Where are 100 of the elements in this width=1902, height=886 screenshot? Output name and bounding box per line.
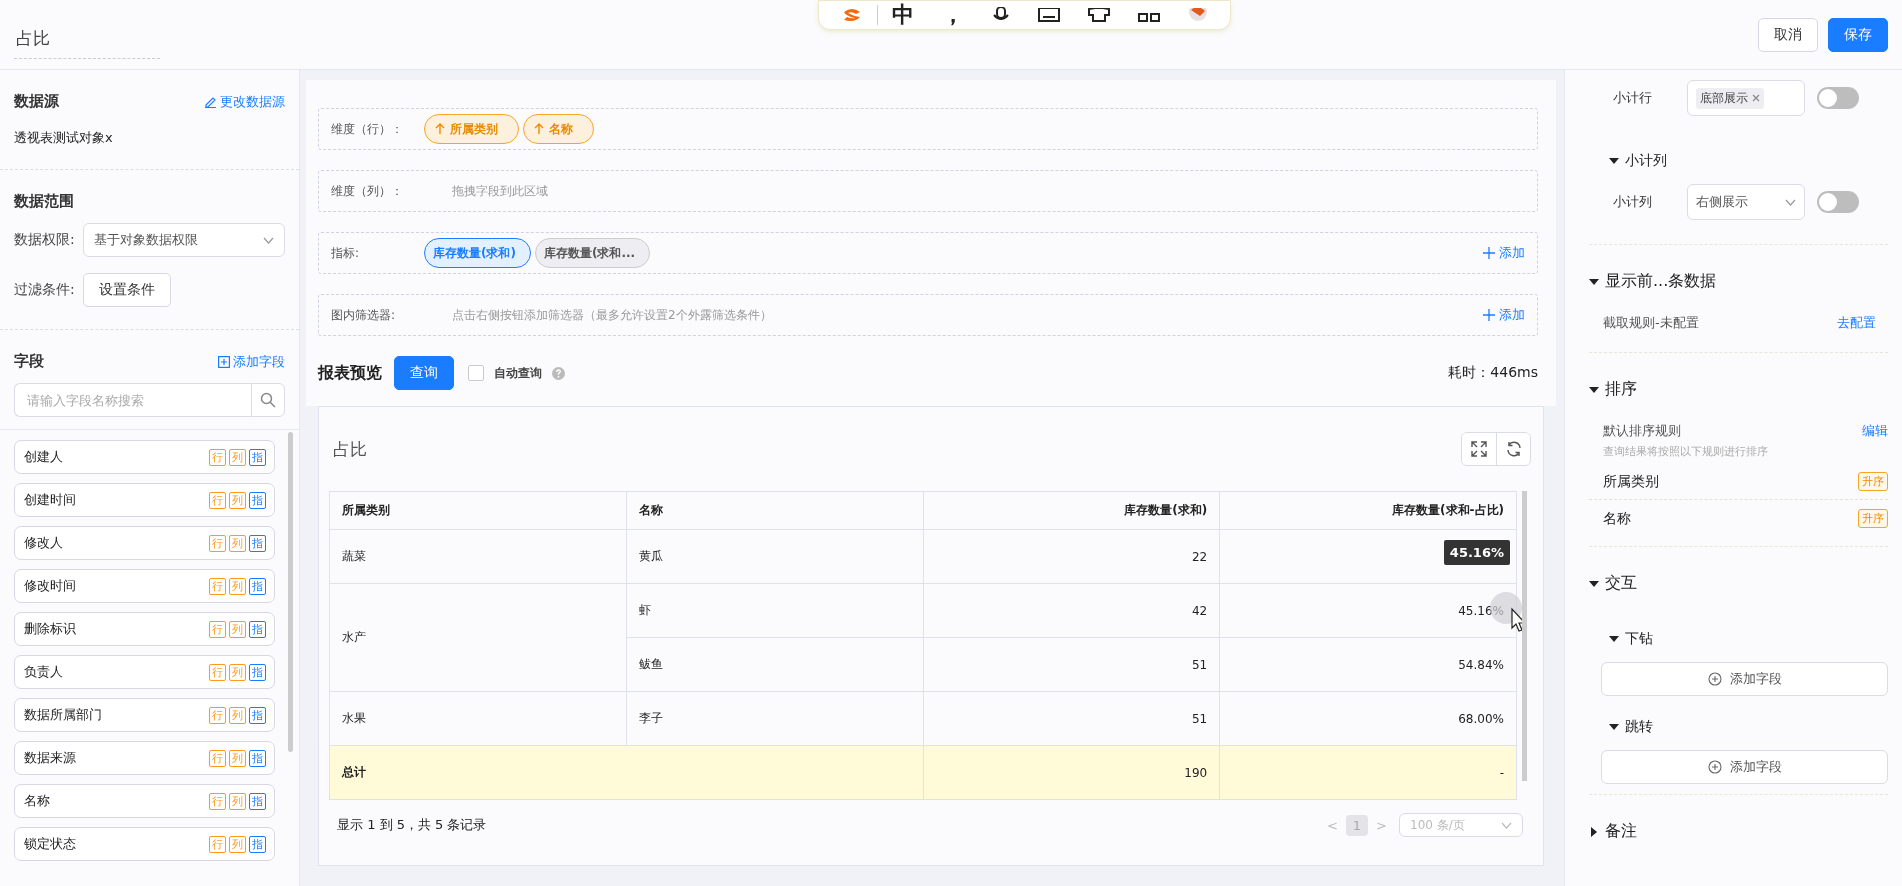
metric-chip[interactable]: 库存数量(求和): [424, 238, 531, 268]
add-field-button[interactable]: 添加字段: [1601, 662, 1888, 696]
table-cell: 68.00%: [1219, 691, 1517, 746]
field-tag[interactable]: 行: [209, 534, 226, 552]
section-title[interactable]: 备注: [1605, 821, 1637, 842]
save-button[interactable]: 保存: [1828, 17, 1888, 52]
section-title: 数据范围: [14, 192, 74, 211]
configure-link[interactable]: 去配置: [1837, 314, 1876, 332]
query-button[interactable]: 查询: [394, 356, 454, 390]
field-tag[interactable]: 行: [209, 491, 226, 509]
field-tag[interactable]: 行: [209, 620, 226, 638]
section-title[interactable]: 下钻: [1625, 630, 1653, 648]
field-item[interactable]: 修改人 行 列 指: [14, 526, 275, 560]
dimension-chip[interactable]: 名称: [523, 114, 594, 144]
plus-icon: [1483, 309, 1495, 321]
field-tag[interactable]: 指: [249, 491, 266, 509]
auto-query-checkbox[interactable]: [468, 365, 484, 381]
field-tag[interactable]: 列: [229, 706, 246, 724]
field-item[interactable]: 名称 行 列 指: [14, 784, 275, 818]
add-field-button[interactable]: 添加字段: [1601, 750, 1888, 784]
set-condition-button[interactable]: 设置条件: [82, 273, 171, 307]
drop-zone[interactable]: 维度（列）： 拖拽字段到此区域: [318, 170, 1538, 212]
field-tag[interactable]: 指: [249, 534, 266, 552]
page-title: 占比: [14, 18, 160, 59]
form-label: 过滤条件:: [14, 281, 75, 299]
field-tag[interactable]: 指: [249, 706, 266, 724]
field-tag[interactable]: 指: [249, 835, 266, 853]
field-tag[interactable]: 列: [229, 577, 246, 595]
field-tag[interactable]: 行: [209, 663, 226, 681]
field-tag[interactable]: 指: [249, 577, 266, 595]
form-label: 小计列: [1613, 193, 1653, 211]
section-title: 数据源: [14, 92, 59, 111]
link[interactable]: 更改数据源: [204, 92, 285, 111]
table-cell: 45.16%: [1219, 583, 1517, 638]
field-tag[interactable]: 列: [229, 749, 246, 767]
field-item[interactable]: 创建人 行 列 指: [14, 440, 275, 474]
sort-field: 名称: [1603, 509, 1631, 528]
field-tag[interactable]: 列: [229, 663, 246, 681]
section-title[interactable]: 小计列: [1625, 152, 1667, 170]
field-tag[interactable]: 列: [229, 491, 246, 509]
ime-key[interactable]: ，: [942, 4, 964, 26]
field-tag[interactable]: 行: [209, 792, 226, 810]
search-button[interactable]: [251, 383, 285, 417]
section-title[interactable]: 跳转: [1625, 718, 1653, 736]
toggle-switch[interactable]: [1817, 87, 1859, 109]
field-item[interactable]: 锁定状态 行 列 指: [14, 827, 275, 861]
field-tag[interactable]: 行: [209, 706, 226, 724]
field-tag[interactable]: 行: [209, 577, 226, 595]
search-icon: [260, 392, 276, 408]
arrow-up-icon: [435, 123, 445, 135]
keyboard-icon: [1038, 8, 1060, 22]
ime-key[interactable]: 中: [892, 4, 914, 26]
plus-circle-icon: [1707, 672, 1722, 686]
field-tag[interactable]: 指: [249, 749, 266, 767]
drop-zone[interactable]: 指标: 库存数量(求和) 库存数量(求和... 添加: [318, 232, 1538, 274]
field-tag[interactable]: 列: [229, 792, 246, 810]
toggle-switch[interactable]: [1817, 191, 1859, 213]
rule-status: 截取规则-未配置: [1603, 314, 1699, 332]
field-tag[interactable]: 指: [249, 620, 266, 638]
field-tag[interactable]: 指: [249, 663, 266, 681]
section-title[interactable]: 交互: [1605, 573, 1637, 594]
field-tag[interactable]: 列: [229, 534, 246, 552]
record-summary: 显示 1 到 5，共 5 条记录: [337, 816, 487, 834]
subtotal-row-select[interactable]: 底部展示: [1687, 80, 1805, 116]
field-item[interactable]: 修改时间 行 列 指: [14, 569, 275, 603]
fullscreen-button[interactable]: [1462, 433, 1496, 465]
form-label: 小计行: [1613, 89, 1653, 107]
help-icon: [552, 366, 565, 380]
selected-tag: 底部展示: [1696, 87, 1764, 109]
section-title[interactable]: 排序: [1605, 379, 1637, 400]
field-tag[interactable]: 行: [209, 835, 226, 853]
sort-order-tag: 升序: [1858, 509, 1888, 528]
field-item[interactable]: 负责人 行 列 指: [14, 655, 275, 689]
table-cell: 22: [923, 529, 1220, 584]
dimension-chip[interactable]: 所属类别: [424, 114, 519, 144]
field-item[interactable]: 数据所属部门 行 列 指: [14, 698, 275, 732]
subtotal-column-select[interactable]: 右侧展示: [1687, 184, 1805, 220]
field-item[interactable]: 数据来源 行 列 指: [14, 741, 275, 775]
link[interactable]: 添加字段: [218, 352, 285, 371]
section-title[interactable]: 显示前...条数据: [1605, 271, 1717, 292]
add-link[interactable]: 添加: [1483, 244, 1525, 262]
field-tag[interactable]: 列: [229, 448, 246, 466]
add-link[interactable]: 添加: [1483, 306, 1525, 324]
field-tag[interactable]: 列: [229, 620, 246, 638]
field-tag[interactable]: 行: [209, 749, 226, 767]
permission-select[interactable]: 基于对象数据权限: [82, 223, 285, 257]
metric-chip[interactable]: 库存数量(求和...: [534, 238, 651, 268]
drop-zone[interactable]: 维度（行）： 所属类别 名称: [318, 108, 1538, 150]
field-tag[interactable]: 行: [209, 448, 226, 466]
field-tag[interactable]: 指: [249, 792, 266, 810]
field-tag[interactable]: 列: [229, 835, 246, 853]
field-item[interactable]: 删除标识 行 列 指: [14, 612, 275, 646]
refresh-button[interactable]: [1496, 433, 1530, 465]
field-tag[interactable]: 指: [249, 448, 266, 466]
edit-link[interactable]: 编辑: [1862, 422, 1888, 440]
table-cell: 42: [923, 583, 1220, 638]
expand-icon: [1471, 441, 1487, 457]
search-field[interactable]: 请输入字段名称搜索: [14, 383, 251, 417]
field-item[interactable]: 创建时间 行 列 指: [14, 483, 275, 517]
cancel-button[interactable]: 取消: [1758, 17, 1818, 52]
